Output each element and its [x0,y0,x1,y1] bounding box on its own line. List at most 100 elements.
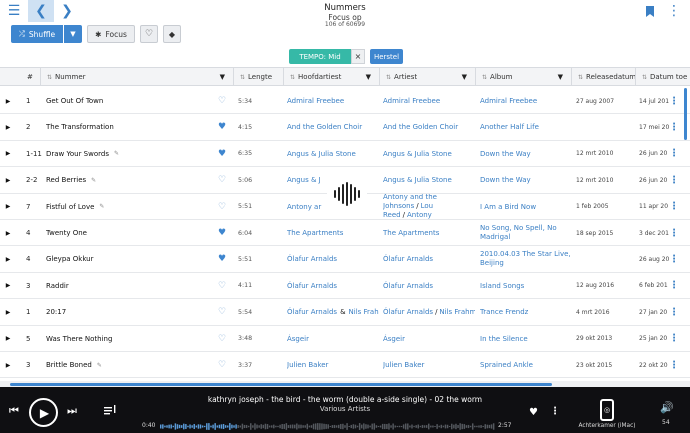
main-artist-link[interactable]: The Apartments [287,229,343,237]
play-icon[interactable]: ▶ [3,114,13,140]
chevron-left-icon[interactable]: ❮ [28,0,54,22]
main-artist-link[interactable]: Ólafur Arnalds [287,255,337,263]
vertical-scrollbar[interactable] [684,88,687,140]
album-link[interactable]: In the Silence [480,326,572,352]
artist-link[interactable]: Angus & Julia Stone [383,176,452,184]
filter-icon[interactable]: ▼ [366,73,371,81]
heart-icon[interactable]: ♡ [214,352,230,378]
header-num[interactable]: # [18,68,40,86]
main-artist-link[interactable]: Angus & Julia Stone [287,150,356,158]
kebab-menu-icon[interactable]: ⋮ [668,167,680,193]
table-row[interactable]: ▶ 3 Raddir ♡ 4:11 Ólafur Arnalds Ólafur Arnald… [0,273,690,300]
kebab-menu-icon[interactable]: ⋮ [668,246,680,272]
previous-track-icon[interactable]: ⏮ [9,404,19,418]
kebab-menu-icon[interactable]: ⋮ [668,326,680,352]
main-artist-link[interactable]: Nils Frahm [349,308,379,316]
pencil-icon[interactable]: ✎ [97,362,102,369]
album-link[interactable]: Down the Way [480,141,572,167]
heart-icon[interactable]: ♡ [214,273,230,299]
shuffle-button[interactable]: ⤮ Shuffle [11,25,63,43]
main-artist-link[interactable]: Ólafur Arnalds [287,282,337,290]
main-artist-link[interactable]: Antony ar [287,203,321,211]
play-icon[interactable]: ▶ [3,352,13,378]
table-row[interactable]: ▶ 5 Was There Nothing ♡ 3:48 Ásgeir Ásgeir In t… [0,326,690,352]
header-title[interactable]: ⇅ Nummer ▼ [40,68,233,86]
kebab-menu-icon[interactable]: ⋮ [668,352,680,378]
artist-link[interactable]: Ólafur Arnalds [383,308,433,316]
next-track-icon[interactable]: ⏭ [67,404,77,418]
bookmark-icon[interactable] [642,0,658,22]
main-artist-link[interactable]: Admiral Freebee [287,97,344,105]
play-button[interactable]: ▶ [29,398,58,427]
horizontal-scrollbar-thumb[interactable] [10,383,552,386]
play-icon[interactable]: ▶ [3,326,13,352]
remove-filter-button[interactable]: × [351,49,365,64]
heart-icon[interactable]: ♡ [214,167,230,193]
album-link[interactable]: Island Songs [480,273,572,299]
heart-icon[interactable]: ♥ [529,407,538,418]
kebab-menu-icon[interactable]: ⋮ [668,114,680,140]
header-album[interactable]: ⇅ Album ▼ [475,68,571,86]
chevron-right-icon[interactable]: ❯ [56,0,78,22]
kebab-menu-icon[interactable]: ⋮ [668,141,680,167]
filter-icon[interactable]: ▼ [220,73,225,81]
kebab-menu-icon[interactable]: ⋮ [668,273,680,299]
main-artist-link[interactable]: Ásgeir [287,335,309,343]
artist-link[interactable]: Angus & Julia Stone [383,150,452,158]
header-main-artist[interactable]: ⇅ Hoofdartiest ▼ [283,68,379,86]
main-artist-link[interactable]: Julien Baker [287,361,328,369]
play-icon[interactable]: ▶ [3,141,13,167]
artist-link[interactable]: And the Golden Choir [383,123,458,131]
heart-icon[interactable]: ♥ [214,220,230,246]
header-artist[interactable]: ⇅ Artiest ▼ [379,68,475,86]
waveform-seekbar[interactable] [160,423,495,430]
play-icon[interactable]: ▶ [3,194,13,220]
shuffle-dropdown-button[interactable]: ▼ [64,25,82,43]
table-row[interactable]: ▶ 1-11 Draw Your Swords ✎ ♥ 6:35 Angus & Julia… [0,141,690,168]
play-icon[interactable]: ▶ [3,299,13,325]
speaker-icon[interactable]: ◎ [600,399,614,421]
pencil-icon[interactable]: ✎ [114,150,119,157]
heart-icon[interactable]: ♥ [214,246,230,272]
table-row[interactable]: ▶ 1 Get Out Of Town ♡ 5:34 Admiral Freebee Adm… [0,88,690,115]
queue-icon[interactable] [104,405,116,419]
main-artist-link[interactable]: Angus & J [287,176,321,184]
table-row[interactable]: ▶120:17♡5:54Ólafur Arnalds&Nils FrahmÓla… [0,299,690,326]
filter-icon[interactable]: ▼ [462,73,467,81]
artist-link[interactable]: Nils Frahm [439,308,475,316]
kebab-menu-icon[interactable]: ⋮ [668,299,680,325]
play-icon[interactable]: ▶ [3,167,13,193]
table-row[interactable]: ▶ 3 Brittle Boned ✎ ♡ 3:37 Julien Baker Julien … [0,352,690,379]
album-link[interactable]: Trance Frendz [480,299,572,325]
focus-button[interactable]: ✱ Focus [87,25,135,43]
album-link[interactable]: Another Half Life [480,114,572,140]
table-row[interactable]: ▶ 4 Twenty One ♥ 6:04 The Apartments The Apart… [0,220,690,247]
main-artist-link[interactable]: Ólafur Arnalds [287,308,337,316]
kebab-menu-icon[interactable]: ⋮ [668,220,680,246]
play-icon[interactable]: ▶ [3,246,13,272]
heart-icon[interactable]: ♡ [214,194,230,220]
heart-icon[interactable]: ♡ [214,299,230,325]
play-icon[interactable]: ▶ [3,220,13,246]
filter-chip[interactable]: TEMPO: Mid [289,49,351,64]
album-link[interactable]: No Song, No Spell, No Madrigal [480,220,572,246]
kebab-menu-icon[interactable]: ⋮ [664,0,684,22]
album-link[interactable]: Sprained Ankle [480,352,572,378]
table-row[interactable]: ▶ 4 Gleypa Okkur ♥ 5:51 Ólafur Arnalds Ólafur … [0,246,690,273]
output-device[interactable]: Achterkamer (iMac) [576,423,638,429]
heart-icon[interactable]: ♥ [214,114,230,140]
volume-icon[interactable]: 🔊 [660,401,674,414]
reset-button[interactable]: Herstel [370,49,403,64]
heart-icon[interactable]: ♥ [214,141,230,167]
pencil-icon[interactable]: ✎ [99,203,104,210]
play-icon[interactable]: ▶ [3,88,13,114]
kebab-menu-icon[interactable]: ⋮ [668,194,680,220]
main-artist-link[interactable]: And the Golden Choir [287,123,362,131]
album-link[interactable]: Down the Way [480,167,572,193]
play-icon[interactable]: ▶ [3,273,13,299]
artist-link[interactable]: Antony [407,211,432,219]
album-link[interactable]: 2010.04.03 The Star Live, Beijing [480,246,572,272]
kebab-menu-icon[interactable]: ⋮ [550,406,560,417]
filter-icon[interactable]: ▼ [558,73,563,81]
album-link[interactable]: Admiral Freebee [480,88,572,114]
